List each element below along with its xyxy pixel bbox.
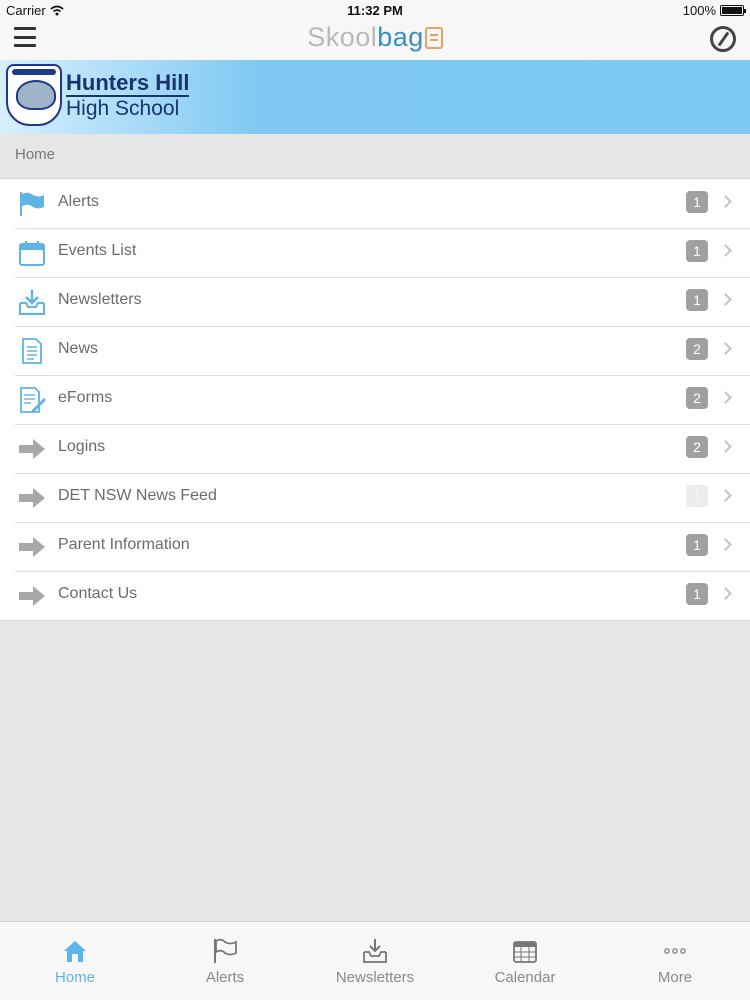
logo-skool-text: Skool [307, 22, 378, 52]
menu-item-label: Logins [58, 438, 106, 455]
count-badge: 1 [686, 191, 708, 213]
sync-icon[interactable] [710, 26, 736, 52]
menu-item-label: Newsletters [58, 291, 142, 308]
tab-label: Newsletters [335, 969, 415, 986]
count-badge: 2 [686, 436, 708, 458]
tab-home[interactable]: Home [0, 922, 150, 1000]
bottom-tab-bar: Home Alerts Newsletters Calendar More [0, 921, 750, 1000]
menu-item-news[interactable]: News 2 [0, 326, 750, 375]
menu-item-alerts[interactable]: Alerts 1 [0, 179, 750, 228]
school-banner: Hunters Hill High School [0, 60, 750, 134]
count-badge: 1 [686, 240, 708, 262]
inbox-download-icon [363, 939, 387, 963]
arrow-right-icon [19, 488, 45, 508]
menu-item-label: News [58, 340, 99, 357]
menu-item-label: DET NSW News Feed [58, 487, 217, 504]
status-bar: Carrier 11:32 PM 100% [0, 0, 750, 20]
logo-bag-text: bag [377, 22, 424, 52]
clock: 11:32 PM [347, 3, 403, 18]
school-name: Hunters Hill High School [66, 70, 190, 121]
arrow-right-icon [19, 439, 45, 459]
menu-item-label: Parent Information [58, 536, 190, 553]
menu-item-label: Alerts [58, 193, 99, 210]
inbox-download-icon [19, 290, 45, 315]
battery-percent: 100% [682, 3, 716, 18]
chevron-right-icon [719, 587, 732, 600]
tab-label: Alerts [205, 969, 245, 986]
menu-item-det-nsw-news-feed[interactable]: DET NSW News Feed 1 [0, 473, 750, 522]
tab-alerts[interactable]: Alerts [150, 922, 300, 1000]
menu-item-newsletters[interactable]: Newsletters 1 [0, 277, 750, 326]
chevron-right-icon [719, 195, 732, 208]
calendar-icon [19, 241, 45, 266]
menu-item-eforms[interactable]: eForms 2 [0, 375, 750, 424]
skoolbag-logo: Skoolbag [0, 22, 750, 53]
flag-icon [214, 938, 237, 963]
menu-item-logins[interactable]: Logins 2 [0, 424, 750, 473]
calendar-icon [513, 941, 537, 963]
count-badge: 2 [686, 338, 708, 360]
menu-item-contact-us[interactable]: Contact Us 1 [0, 571, 750, 620]
count-badge: 1 [686, 534, 708, 556]
tab-label: More [657, 969, 693, 986]
school-crest-icon [6, 64, 62, 126]
chevron-right-icon [719, 489, 732, 502]
home-menu-list: Alerts 1 Events List 1 Newsletters 1 New… [0, 178, 750, 621]
nav-bar: Skoolbag [0, 20, 750, 60]
arrow-right-icon [19, 586, 45, 606]
document-icon [22, 338, 42, 364]
more-dots-icon [664, 948, 686, 954]
tab-calendar[interactable]: Calendar [450, 922, 600, 1000]
battery-status: 100% [682, 3, 746, 18]
count-badge: 2 [686, 387, 708, 409]
form-edit-icon [20, 387, 46, 413]
menu-item-events-list[interactable]: Events List 1 [0, 228, 750, 277]
chevron-right-icon [719, 538, 732, 551]
home-icon [64, 941, 86, 962]
battery-icon [720, 5, 746, 16]
chevron-right-icon [719, 293, 732, 306]
tab-more[interactable]: More [600, 922, 750, 1000]
count-badge: 1 [686, 485, 708, 507]
school-name-line2: High School [66, 97, 180, 120]
menu-item-label: Contact Us [58, 585, 138, 602]
chevron-right-icon [719, 342, 732, 355]
flag-icon [20, 192, 44, 216]
count-badge: 1 [686, 289, 708, 311]
breadcrumb: Home [15, 146, 56, 163]
arrow-right-icon [19, 537, 45, 557]
chevron-right-icon [719, 391, 732, 404]
menu-item-parent-information[interactable]: Parent Information 1 [0, 522, 750, 571]
menu-item-label: eForms [58, 389, 113, 406]
tab-label: Calendar [494, 969, 556, 986]
chevron-right-icon [719, 244, 732, 257]
tab-label: Home [54, 969, 95, 986]
menu-item-label: Events List [58, 242, 137, 259]
bag-icon [424, 27, 443, 49]
tab-newsletters[interactable]: Newsletters [300, 922, 450, 1000]
school-name-line1: Hunters Hill [66, 70, 190, 97]
chevron-right-icon [719, 440, 732, 453]
count-badge: 1 [686, 583, 708, 605]
